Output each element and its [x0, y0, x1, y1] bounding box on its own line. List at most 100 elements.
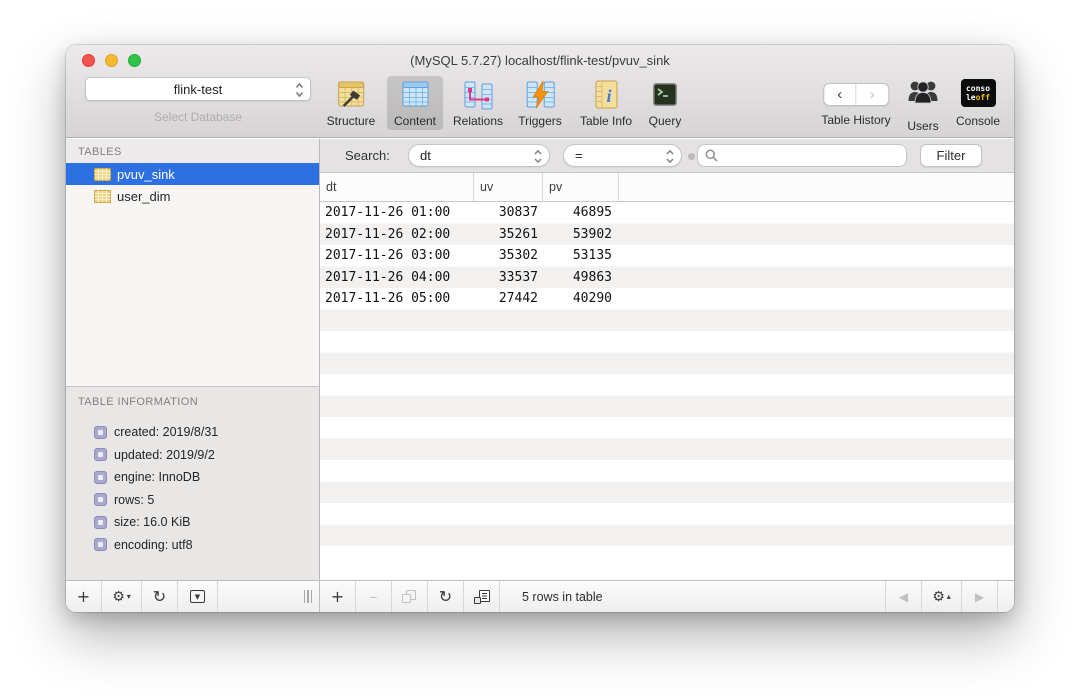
- cell-dt[interactable]: 2017-11-26 04:00: [320, 267, 474, 289]
- sidebar-table-item[interactable]: user_dim: [66, 185, 319, 207]
- database-selector-value: flink-test: [173, 81, 223, 97]
- toolbar-label: Relations: [452, 114, 504, 128]
- traffic-lights: [82, 54, 141, 67]
- popdown-icon: ▼: [190, 590, 205, 603]
- toolbar-button-query[interactable]: Query: [648, 77, 682, 128]
- search-field-select[interactable]: dt: [408, 144, 550, 167]
- next-page-button[interactable]: ▶: [962, 581, 998, 612]
- cell-uv[interactable]: 27442: [474, 288, 543, 310]
- toolbar-label: Table Info: [579, 114, 633, 128]
- filter-indicator-dot: [688, 153, 695, 160]
- table-row[interactable]: 2017-11-26 05:00 27442 40290: [320, 288, 1014, 310]
- cell-dt[interactable]: 2017-11-26 05:00: [320, 288, 474, 310]
- window-body: TABLES pvuv_sink user_dim TABLE INFORMAT…: [66, 139, 1014, 580]
- desktop: (MySQL 5.7.27) localhost/flink-test/pvuv…: [0, 0, 1080, 697]
- sidebar-resize-grip[interactable]: [303, 590, 312, 603]
- chevron-updown-icon: [295, 81, 304, 102]
- column-header-spacer: [619, 173, 1014, 201]
- cell-pv[interactable]: 49863: [543, 267, 619, 289]
- add-row-button[interactable]: +: [320, 581, 356, 612]
- info-text: size: 16.0 KiB: [114, 515, 191, 530]
- remove-row-button[interactable]: –: [356, 581, 392, 612]
- search-field-value: dt: [420, 148, 431, 163]
- toolbar-button-triggers[interactable]: Triggers: [518, 77, 562, 128]
- filter-button[interactable]: Filter: [920, 144, 982, 167]
- database-selector[interactable]: flink-test: [85, 77, 311, 101]
- cell-uv[interactable]: 35261: [474, 224, 543, 246]
- search-operator-value: =: [575, 148, 583, 163]
- table-actions-gear-button[interactable]: ⚙ ▾: [102, 581, 142, 612]
- content-table-icon: [398, 77, 432, 112]
- fullscreen-button[interactable]: [128, 54, 141, 67]
- toolbar-button-relations[interactable]: Relations: [453, 77, 503, 128]
- info-text: rows: 5: [114, 492, 155, 507]
- table-row[interactable]: 2017-11-26 03:00 35302 53135: [320, 245, 1014, 267]
- table-row[interactable]: 2017-11-26 04:00 33537 49863: [320, 267, 1014, 289]
- cell-uv[interactable]: 30837: [474, 202, 543, 224]
- filter-bar: Search: dt = Filter: [320, 139, 1014, 173]
- select-database-label: Select Database: [153, 110, 243, 124]
- history-forward-button[interactable]: ›: [855, 84, 888, 105]
- cell-dt[interactable]: 2017-11-26 01:00: [320, 202, 474, 224]
- chevron-updown-icon: [666, 148, 674, 168]
- refresh-rows-button[interactable]: ↻: [428, 581, 464, 612]
- table-row[interactable]: 2017-11-26 02:00 35261 53902: [320, 224, 1014, 246]
- toolbar: flink-test Select Database Structure Con…: [66, 75, 1014, 137]
- cell-uv[interactable]: 33537: [474, 267, 543, 289]
- column-header-dt[interactable]: dt: [320, 173, 474, 201]
- table-history-control: ‹ ›: [822, 83, 889, 106]
- info-text: created: 2019/8/31: [114, 425, 219, 440]
- sequel-pro-window: (MySQL 5.7.27) localhost/flink-test/pvuv…: [66, 45, 1014, 612]
- table-information-panel: TABLE INFORMATION created: 2019/8/31 upd…: [66, 386, 319, 580]
- search-icon: [705, 149, 718, 162]
- console-badge-icon: conso leoff: [960, 79, 996, 107]
- column-header-uv[interactable]: uv: [474, 173, 543, 201]
- table-info-icon: i: [589, 77, 623, 112]
- toolbar-button-users[interactable]: Users: [905, 77, 941, 133]
- info-badge-icon: [94, 470, 107, 484]
- cell-uv[interactable]: 35302: [474, 245, 543, 267]
- history-back-button[interactable]: ‹: [824, 84, 856, 105]
- previous-page-button[interactable]: ◀: [886, 581, 922, 612]
- toolbar-button-structure[interactable]: Structure: [327, 77, 375, 128]
- refresh-tables-button[interactable]: ↻: [142, 581, 178, 612]
- cell-dt[interactable]: 2017-11-26 03:00: [320, 245, 474, 267]
- pagination-gear-button[interactable]: ⚙ ▴: [922, 581, 962, 612]
- search-operator-select[interactable]: =: [563, 144, 682, 167]
- table-header-row: dt uv pv: [320, 173, 1014, 202]
- titlebar[interactable]: (MySQL 5.7.27) localhost/flink-test/pvuv…: [66, 45, 1014, 75]
- column-header-pv[interactable]: pv: [543, 173, 619, 201]
- info-badge-icon: [94, 448, 107, 462]
- console-toggle-button[interactable]: ▼: [178, 581, 218, 612]
- duplicate-row-button[interactable]: [392, 581, 428, 612]
- table-info-item: encoding: utf8: [66, 534, 319, 557]
- duplicate-icon: [402, 590, 417, 603]
- content-area: Search: dt = Filter dt uv pv 2017-11-26 …: [320, 139, 1014, 580]
- cell-pv[interactable]: 53135: [543, 245, 619, 267]
- cell-dt[interactable]: 2017-11-26 02:00: [320, 224, 474, 246]
- table-info-item: engine: InnoDB: [66, 466, 319, 489]
- sidebar-table-item[interactable]: pvuv_sink: [66, 163, 319, 185]
- console-label: Console: [955, 114, 1001, 128]
- console-badge-line1: conso: [965, 84, 991, 93]
- cell-pv[interactable]: 46895: [543, 202, 619, 224]
- toolbar-label: Content: [393, 114, 437, 128]
- svg-text:i: i: [606, 86, 611, 106]
- sidebar: TABLES pvuv_sink user_dim TABLE INFORMAT…: [66, 139, 320, 580]
- toolbar-button-console[interactable]: conso leoff Console: [956, 77, 1000, 128]
- table-icon: [94, 167, 111, 181]
- table-rows: 2017-11-26 01:00 30837 46895 2017-11-26 …: [320, 202, 1014, 546]
- cell-pv[interactable]: 53902: [543, 224, 619, 246]
- minimize-button[interactable]: [105, 54, 118, 67]
- table-history-label: Table History: [821, 113, 891, 127]
- edit-in-popup-button[interactable]: [464, 581, 500, 612]
- table-info-item: updated: 2019/9/2: [66, 444, 319, 467]
- cell-pv[interactable]: 40290: [543, 288, 619, 310]
- add-table-button[interactable]: +: [66, 581, 102, 612]
- close-button[interactable]: [82, 54, 95, 67]
- toolbar-button-table-info[interactable]: i Table Info: [580, 77, 632, 128]
- row-count-status: 5 rows in table: [522, 589, 603, 604]
- toolbar-button-content[interactable]: Content: [386, 76, 444, 130]
- search-input[interactable]: [723, 146, 906, 165]
- table-row[interactable]: 2017-11-26 01:00 30837 46895: [320, 202, 1014, 224]
